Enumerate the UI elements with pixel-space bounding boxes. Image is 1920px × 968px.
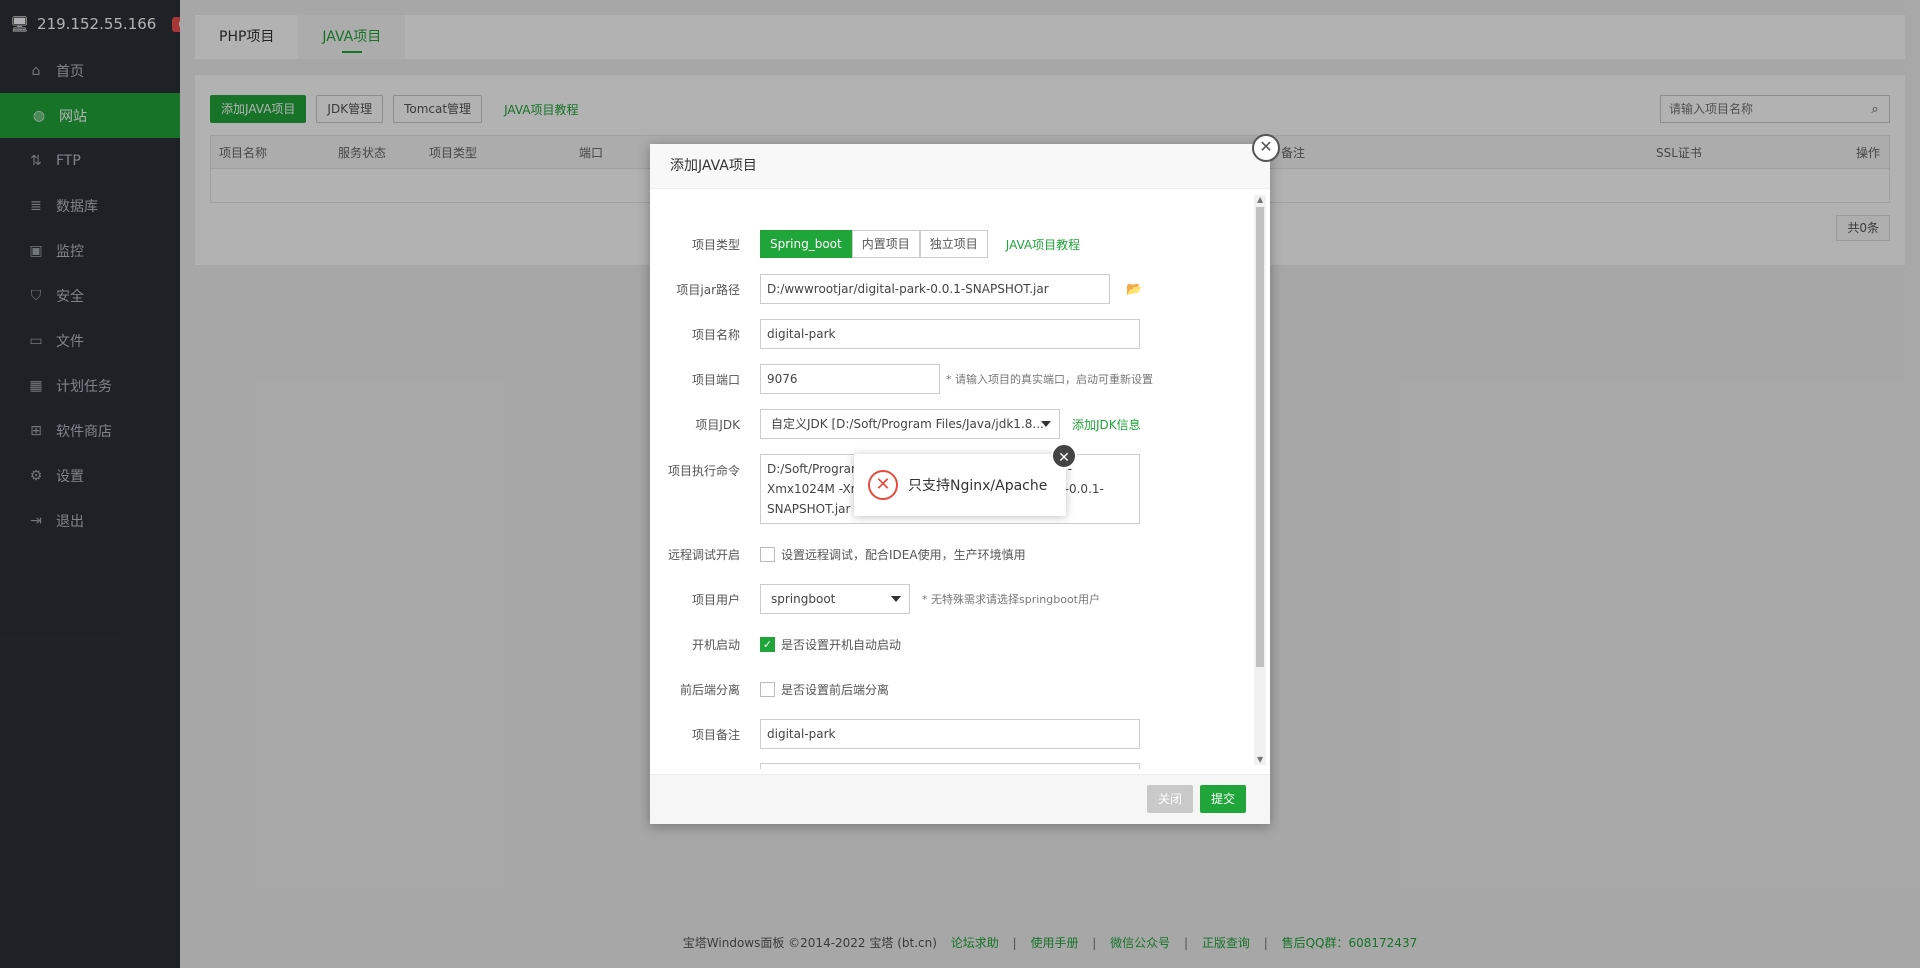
- row-frontend-separation: 前后端分离 是否设置前后端分离: [650, 674, 1250, 704]
- scrollbar-thumb[interactable]: [1256, 207, 1264, 667]
- jdk-select[interactable]: 自定义JDK [D:/Soft/Program Files/Java/jdk1.…: [760, 409, 1060, 439]
- row-next: [650, 763, 1250, 769]
- type-spring-boot[interactable]: Spring_boot: [760, 230, 852, 258]
- close-button[interactable]: 关闭: [1147, 785, 1194, 813]
- row-auto-start: 开机启动 ✓ 是否设置开机自动启动: [650, 629, 1250, 659]
- label-project-user: 项目用户: [691, 592, 740, 607]
- project-user-select[interactable]: springboot: [760, 584, 910, 614]
- close-icon: ✕: [1058, 450, 1070, 466]
- type-standalone[interactable]: 独立项目: [919, 230, 988, 258]
- label-remark: 项目备注: [691, 727, 740, 742]
- modal-footer: 关闭 提交: [650, 774, 1270, 824]
- label-auto-start: 开机启动: [691, 637, 740, 652]
- row-jar-path: 项目jar路径 D:/wwwrootjar/digital-park-0.0.1…: [650, 274, 1250, 304]
- auto-start-text: 是否设置开机自动启动: [781, 637, 902, 652]
- row-project-type: 项目类型 Spring_boot 内置项目 独立项目 JAVA项目教程: [650, 229, 1250, 259]
- toast-message: 只支持Nginx/Apache: [908, 478, 1048, 494]
- label-project-jdk: 项目JDK: [695, 417, 740, 432]
- add-jdk-link[interactable]: 添加JDK信息: [1060, 416, 1141, 433]
- label-project-type: 项目类型: [691, 237, 740, 252]
- user-selected-value: springboot: [771, 592, 836, 606]
- chevron-down-icon: [891, 596, 901, 602]
- scroll-up-icon[interactable]: ▲: [1257, 195, 1263, 204]
- modal-scrollbar[interactable]: ▲ ▼: [1254, 195, 1266, 765]
- row-project-name: 项目名称 digital-park: [650, 319, 1250, 349]
- jdk-selected-value: 自定义JDK [D:/Soft/Program Files/Java/jdk1.…: [771, 417, 1044, 431]
- label-remote-debug: 远程调试开启: [667, 547, 740, 562]
- submit-button[interactable]: 提交: [1200, 785, 1247, 813]
- error-icon: ✕: [868, 470, 898, 500]
- jar-path-input[interactable]: D:/wwwrootjar/digital-park-0.0.1-SNAPSHO…: [760, 274, 1110, 304]
- chevron-down-icon: [1041, 421, 1051, 427]
- remote-debug-checkbox[interactable]: [760, 546, 775, 562]
- modal-title: 添加JAVA项目: [650, 144, 1270, 189]
- remote-debug-text: 设置远程调试，配合IDEA使用，生产环境慎用: [781, 547, 1026, 562]
- row-project-user: 项目用户 springboot * 无特殊需求请选择springboot用户: [650, 584, 1250, 614]
- label-frontend-separation: 前后端分离: [679, 682, 740, 697]
- next-input[interactable]: [760, 763, 1140, 769]
- label-project-port: 项目端口: [691, 372, 740, 387]
- row-remark: 项目备注 digital-park: [650, 719, 1250, 749]
- remark-input[interactable]: digital-park: [760, 719, 1140, 749]
- folder-open-icon[interactable]: 📂: [1126, 282, 1142, 297]
- label-exec-command: 项目执行命令: [667, 464, 740, 478]
- project-type-selector: Spring_boot 内置项目 独立项目: [760, 230, 988, 258]
- label-jar-path: 项目jar路径: [676, 282, 740, 297]
- auto-start-checkbox[interactable]: ✓: [760, 636, 775, 652]
- project-name-input[interactable]: digital-park: [760, 319, 1140, 349]
- port-hint: * 请输入项目的真实端口，启动可重新设置: [946, 373, 1153, 386]
- scroll-down-icon[interactable]: ▼: [1257, 755, 1263, 764]
- project-port-input[interactable]: 9076: [760, 364, 940, 394]
- row-remote-debug: 远程调试开启 设置远程调试，配合IDEA使用，生产环境慎用: [650, 539, 1250, 569]
- modal-java-tutorial-link[interactable]: JAVA项目教程: [994, 236, 1080, 253]
- frontend-separation-checkbox[interactable]: [760, 681, 775, 697]
- modal-close-button[interactable]: ✕: [1252, 134, 1280, 162]
- row-project-port: 项目端口 9076 * 请输入项目的真实端口，启动可重新设置: [650, 364, 1250, 394]
- toast-close-button[interactable]: ✕: [1051, 443, 1077, 469]
- close-icon: ✕: [1259, 137, 1273, 156]
- frontend-separation-text: 是否设置前后端分离: [781, 682, 890, 697]
- error-toast: ✕ 只支持Nginx/Apache: [854, 454, 1066, 516]
- row-project-jdk: 项目JDK 自定义JDK [D:/Soft/Program Files/Java…: [650, 409, 1250, 439]
- user-hint: * 无特殊需求请选择springboot用户: [922, 593, 1100, 606]
- type-builtin[interactable]: 内置项目: [851, 230, 920, 258]
- label-project-name: 项目名称: [691, 327, 740, 342]
